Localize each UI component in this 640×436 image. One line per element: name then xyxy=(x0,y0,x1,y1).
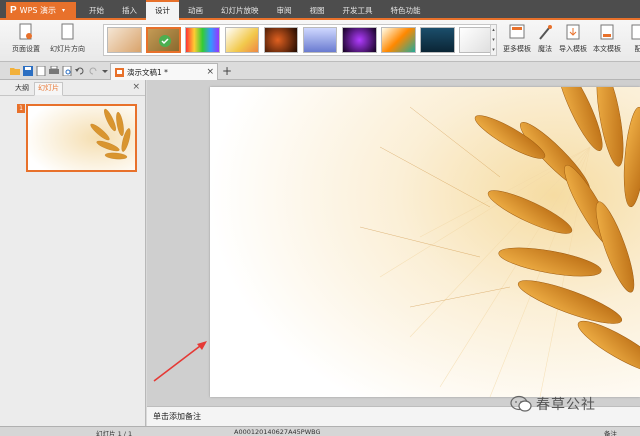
title-bar: P WPS 演示 ▾ 开始 插入 设计 动画 幻灯片放映 审阅 视图 开发工具 … xyxy=(0,0,640,20)
wechat-icon xyxy=(510,395,532,412)
import-template-button[interactable]: 导入模板 xyxy=(559,23,587,54)
template-thumbnail[interactable] xyxy=(341,27,377,53)
magic-button[interactable]: 魔法 xyxy=(537,23,553,54)
presentation-file-icon xyxy=(115,67,124,77)
tab-outline[interactable]: 大纲 xyxy=(12,83,32,95)
chevron-down-icon: ▾ xyxy=(62,6,66,14)
slide-thumbnail[interactable] xyxy=(26,104,137,172)
gallery-scroll[interactable]: ▴ ▾ ▾ xyxy=(490,25,496,55)
document-tab-bar: 演示文稿1 * × + xyxy=(0,62,640,80)
watermark-text: 春草公社 xyxy=(536,397,596,413)
import-icon xyxy=(566,24,580,40)
save-icon[interactable] xyxy=(23,66,33,76)
import-template-label: 导入模板 xyxy=(559,45,587,53)
tab-slides[interactable]: 幻灯片 xyxy=(34,82,63,96)
template-icon xyxy=(509,24,525,39)
check-icon xyxy=(159,35,172,47)
truncated-icon xyxy=(631,24,640,40)
template-thumbnail[interactable] xyxy=(107,27,142,53)
wheat-background-image xyxy=(210,87,640,397)
tab-developer[interactable]: 开发工具 xyxy=(334,0,382,20)
template-thumbnail-selected[interactable] xyxy=(146,27,182,53)
design-ribbon: 页面设置 幻灯片方向 ▴ ▾ ▾ 更多模板 魔法 导入模板 本文模板 配 xyxy=(0,20,640,62)
quick-access-menu-icon[interactable] xyxy=(100,66,110,76)
panel-tabs: 大纲 幻灯片 xyxy=(0,80,145,96)
template-gallery: ▴ ▾ ▾ xyxy=(103,24,497,56)
page-setup-icon xyxy=(19,23,32,40)
undo-icon[interactable] xyxy=(75,66,85,76)
tab-animation[interactable]: 动画 xyxy=(179,0,212,20)
notes-toggle[interactable]: 备注 xyxy=(604,428,617,436)
tab-slideshow[interactable]: 幻灯片放映 xyxy=(212,0,268,20)
template-thumbnail[interactable] xyxy=(263,27,299,53)
slide-panel: 大纲 幻灯片 × 1 xyxy=(0,80,146,426)
tab-insert[interactable]: 插入 xyxy=(113,0,146,20)
wps-app-menu-button[interactable]: P WPS 演示 ▾ xyxy=(6,2,76,18)
menu-tabs: 开始 插入 设计 动画 幻灯片放映 审阅 视图 开发工具 特色功能 xyxy=(80,0,430,20)
template-thumbnail[interactable] xyxy=(420,27,455,53)
template-thumbnail[interactable] xyxy=(459,27,494,53)
truncated-button[interactable]: 配 xyxy=(630,23,640,54)
slide-canvas[interactable] xyxy=(210,87,640,397)
wps-logo-icon: P xyxy=(10,4,17,16)
slide-orientation-icon xyxy=(61,23,73,40)
close-icon[interactable]: × xyxy=(206,67,214,77)
export-icon[interactable] xyxy=(36,66,46,76)
red-arrow-annotation xyxy=(153,341,207,382)
slide-number-badge: 1 xyxy=(17,104,25,113)
template-thumbnail[interactable] xyxy=(185,27,221,53)
magic-wand-icon xyxy=(539,25,552,40)
wechat-watermark: 春草公社 xyxy=(510,394,596,414)
slide-orientation-label: 幻灯片方向 xyxy=(50,45,85,53)
more-templates-button[interactable]: 更多模板 xyxy=(503,23,531,54)
open-folder-icon[interactable] xyxy=(10,66,20,76)
tab-view[interactable]: 视图 xyxy=(301,0,334,20)
template-thumbnail[interactable] xyxy=(302,27,338,53)
more-templates-label: 更多模板 xyxy=(503,45,531,53)
tab-special[interactable]: 特色功能 xyxy=(382,0,430,20)
slide-editing-area[interactable] xyxy=(147,80,640,406)
tab-design[interactable]: 设计 xyxy=(146,0,179,20)
template-thumbnail[interactable] xyxy=(380,27,416,53)
template-thumbnail[interactable] xyxy=(224,27,260,53)
document-code: A000120140627A45PWBG xyxy=(234,428,321,436)
notes-placeholder: 单击添加备注 xyxy=(153,412,201,421)
tab-home[interactable]: 开始 xyxy=(80,0,113,20)
wheat-thumbnail-image xyxy=(28,106,135,170)
document-template-icon xyxy=(600,24,614,40)
slide-counter: 幻灯片 1 / 1 xyxy=(96,430,133,436)
close-icon[interactable]: × xyxy=(132,82,140,92)
document-title: 演示文稿1 * xyxy=(127,67,168,77)
new-tab-button[interactable]: + xyxy=(222,64,232,78)
document-tab[interactable]: 演示文稿1 * × xyxy=(110,63,218,80)
page-setup-button[interactable]: 页面设置 xyxy=(12,23,40,54)
print-icon[interactable] xyxy=(49,66,59,76)
status-bar: 幻灯片 1 / 1 A000120140627A45PWBG 备注 xyxy=(0,426,640,436)
this-template-label: 本文模板 xyxy=(593,45,621,53)
page-setup-label: 页面设置 xyxy=(12,45,40,53)
redo-icon[interactable] xyxy=(88,66,98,76)
truncated-label: 配 xyxy=(634,45,640,53)
this-template-button[interactable]: 本文模板 xyxy=(593,23,621,54)
app-name: WPS 演示 xyxy=(19,5,57,15)
slide-orientation-button[interactable]: 幻灯片方向 xyxy=(50,23,85,54)
tab-review[interactable]: 审阅 xyxy=(268,0,301,20)
magic-label: 魔法 xyxy=(538,45,552,53)
preview-icon[interactable] xyxy=(62,66,72,76)
